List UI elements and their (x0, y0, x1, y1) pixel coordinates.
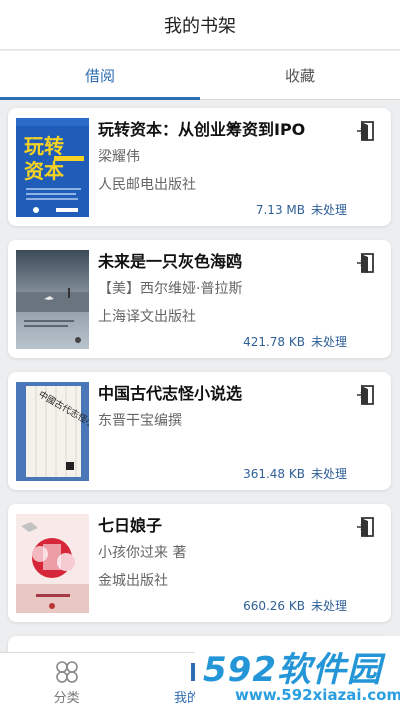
exit-door-icon[interactable] (356, 252, 378, 274)
book-cover-image (16, 514, 89, 613)
book-cover-image: 中國古代志怪小說選 (16, 382, 89, 481)
book-author: 梁耀伟 (98, 149, 140, 165)
book-publisher: 人民邮电出版社 (98, 177, 196, 193)
tab-bar: 借阅 收藏 (0, 51, 400, 100)
svg-text:资本: 资本 (24, 159, 64, 183)
file-size: 7.13 MB (255, 203, 305, 217)
file-size: 361.48 KB (243, 467, 305, 481)
book-title: 玩转资本：从创业筹资到IPO (98, 120, 306, 139)
exit-door-icon[interactable] (356, 120, 378, 142)
book-publisher: 金城出版社 (98, 573, 168, 589)
page-title: 我的书架 (164, 15, 236, 37)
grid-icon (55, 660, 78, 683)
status-label: 未处理 (310, 203, 347, 217)
svg-text:玩转: 玩转 (24, 134, 64, 158)
book-card[interactable]: 七日娘子 小孩你过来 著 金城出版社 660.26 KB 未处理 (8, 504, 391, 622)
book-cover-image: 玩转 资本 (16, 118, 89, 217)
book-list: 玩转 资本 玩转资本：从创业筹资到IPO 梁耀伟 人民邮电出版社 7.13 MB… (0, 100, 400, 652)
book-title: 七日娘子 (98, 516, 163, 535)
book-card[interactable]: 玩转 资本 玩转资本：从创业筹资到IPO 梁耀伟 人民邮电出版社 7.13 MB… (8, 108, 391, 226)
book-file-info: 7.13 MB 未处理 (250, 201, 347, 218)
nav-category[interactable]: 分类 (0, 653, 133, 711)
tab-favorites[interactable]: 收藏 (200, 51, 400, 99)
status-label: 未处理 (310, 467, 347, 481)
book-card[interactable]: 未来是一只灰色海鸥 【美】西尔维娅·普拉斯 上海译文出版社 421.78 KB 未… (8, 240, 391, 358)
watermark-logo-text: 592软件园 (203, 650, 382, 690)
book-cover-image (16, 250, 89, 349)
exit-door-icon[interactable] (356, 384, 378, 406)
site-watermark: 592软件园 www.592xiazai.com (195, 636, 400, 711)
nav-label: 分类 (53, 690, 80, 706)
status-label: 未处理 (310, 335, 347, 349)
watermark-url: www.592xiazai.com (235, 686, 400, 704)
book-author: 【美】西尔维娅·普拉斯 (98, 281, 243, 297)
book-file-info: 361.48 KB 未处理 (237, 465, 347, 482)
book-title: 中国古代志怪小说选 (98, 384, 243, 403)
file-size: 421.78 KB (243, 335, 305, 349)
book-author: 东晋干宝编撰 (98, 413, 182, 429)
book-card[interactable]: 中國古代志怪小說選 中国古代志怪小说选 东晋干宝编撰 361.48 KB 未处理 (8, 372, 391, 490)
book-author: 小孩你过来 著 (98, 545, 187, 561)
status-label: 未处理 (310, 599, 347, 613)
book-title: 未来是一只灰色海鸥 (98, 252, 243, 271)
exit-door-icon[interactable] (356, 516, 378, 538)
tab-borrow[interactable]: 借阅 (0, 51, 200, 100)
book-file-info: 421.78 KB 未处理 (237, 333, 347, 350)
file-size: 660.26 KB (243, 599, 305, 613)
book-publisher: 上海译文出版社 (98, 309, 196, 325)
book-file-info: 660.26 KB 未处理 (237, 597, 347, 614)
app-header: 我的书架 (0, 0, 400, 50)
